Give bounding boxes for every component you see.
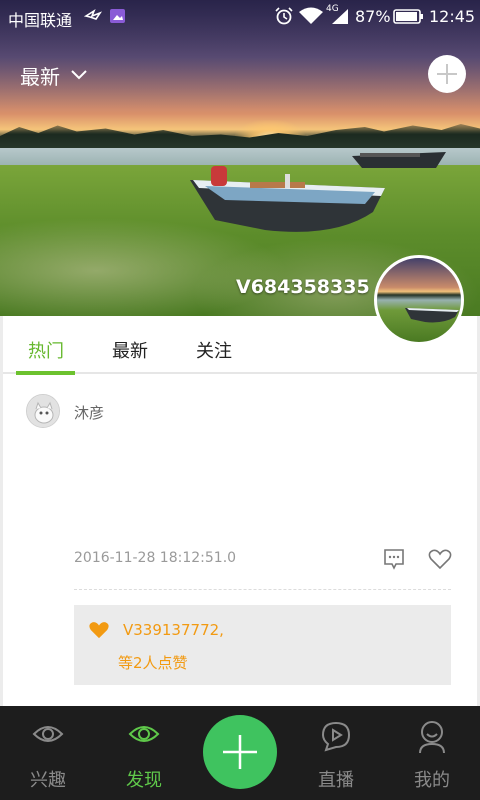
- active-tab-indicator: [16, 371, 75, 375]
- plus-icon: [223, 735, 257, 769]
- nav-label: 兴趣: [30, 770, 66, 791]
- tab-hot[interactable]: 热门: [28, 337, 64, 363]
- tab-latest[interactable]: 最新: [112, 337, 148, 363]
- live-chat-icon: [321, 721, 351, 752]
- boat: [190, 166, 385, 232]
- sort-dropdown[interactable]: 最新: [20, 60, 88, 90]
- sort-label: 最新: [20, 64, 60, 89]
- post-timestamp: 2016-11-28 18:12:51.0: [74, 550, 237, 566]
- person-icon: [419, 721, 445, 754]
- status-bar: 中国联通 4G 87% 12:45: [0, 0, 480, 34]
- signal-swirl-icon: [84, 9, 103, 20]
- cell-signal-icon: [332, 9, 348, 24]
- post-author[interactable]: 沐彦: [74, 402, 104, 423]
- comment-icon[interactable]: [383, 548, 405, 570]
- alarm-icon: [275, 7, 293, 25]
- like-count[interactable]: 等2人点赞: [118, 652, 188, 673]
- tab-following[interactable]: 关注: [196, 337, 232, 363]
- nav-discover[interactable]: 发现: [104, 706, 184, 800]
- carrier-label: 中国联通: [8, 11, 73, 30]
- avatar[interactable]: [26, 394, 60, 428]
- plus-icon: [437, 64, 457, 84]
- avatar-image: [27, 395, 59, 427]
- nav-me[interactable]: 我的: [392, 706, 472, 800]
- nav-label: 发现: [126, 770, 162, 791]
- battery-percent: 87%: [355, 7, 391, 26]
- nav-label: 直播: [318, 770, 354, 791]
- wifi-icon: [299, 7, 323, 24]
- boat: [405, 308, 459, 323]
- heart-icon[interactable]: [428, 548, 452, 570]
- gallery-icon: [110, 9, 125, 23]
- divider: [74, 589, 451, 590]
- battery-icon: [393, 9, 423, 24]
- nav-live[interactable]: 直播: [296, 706, 376, 800]
- likes-summary: V339137772, 等2人点赞: [74, 605, 451, 685]
- chevron-down-icon: [71, 70, 87, 80]
- nav-label: 我的: [414, 770, 450, 791]
- nav-interest[interactable]: 兴趣: [8, 706, 88, 800]
- add-button[interactable]: [428, 55, 466, 93]
- clock: 12:45: [429, 7, 476, 26]
- profile-username[interactable]: V684358335: [236, 276, 370, 298]
- eye-icon: [32, 726, 64, 742]
- eye-icon: [128, 726, 160, 742]
- profile-avatar[interactable]: [374, 255, 464, 345]
- liker-name[interactable]: V339137772,: [123, 621, 224, 639]
- create-post-button[interactable]: [203, 715, 277, 789]
- feed-card: 热门 最新 关注 沐彦 2016-11-28 18:12:51.0 V33913…: [3, 316, 477, 706]
- heart-filled-icon: [89, 622, 109, 639]
